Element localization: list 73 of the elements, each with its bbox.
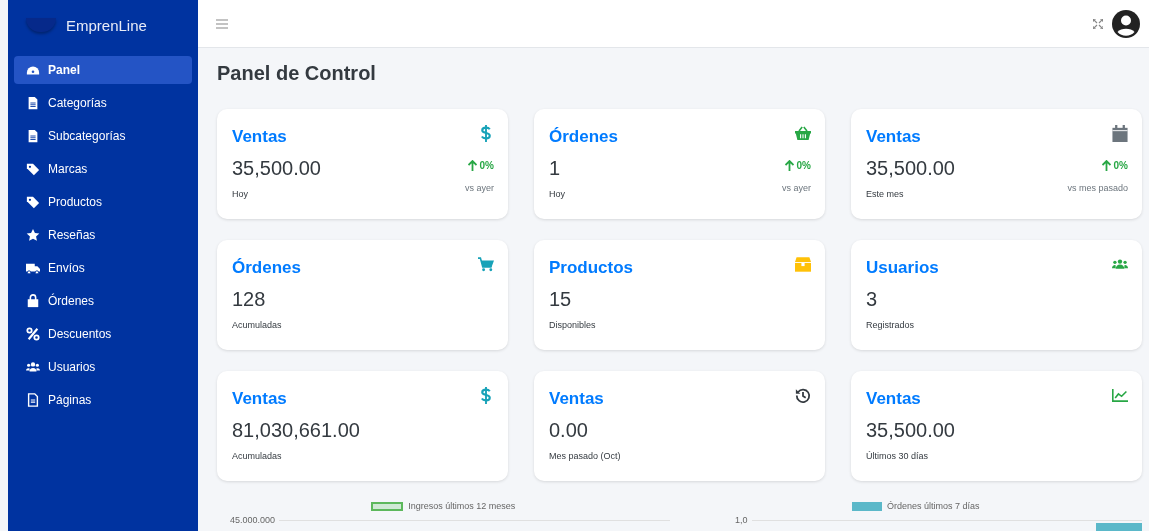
percent-icon <box>26 327 40 341</box>
basket-icon <box>795 125 811 142</box>
card-title: Ventas <box>232 389 288 409</box>
document-icon <box>26 129 40 143</box>
card-value: 1 <box>549 157 562 180</box>
card-title: Productos <box>549 258 634 278</box>
sidebar-item[interactable]: Descuentos <box>14 320 192 348</box>
card-caption: Acumuladas <box>232 451 283 461</box>
trend-caption: vs ayer <box>465 183 494 193</box>
star-icon <box>26 228 40 242</box>
trend-indicator: 0% <box>784 160 811 171</box>
dollar-icon <box>478 387 494 404</box>
document-icon <box>26 96 40 110</box>
card-value: 81,030,661.00 <box>232 419 360 442</box>
axis-tick-label: 1,0 <box>734 515 748 525</box>
card-value: 0.00 <box>549 419 589 442</box>
card-value: 35,500.00 <box>866 157 955 180</box>
page-title: Panel de Control <box>217 62 377 85</box>
card-title: Ventas <box>549 389 605 409</box>
card-title: Usuarios <box>866 258 939 278</box>
card-caption: Últimos 30 días <box>866 451 930 461</box>
line-chart-icon <box>1112 387 1128 404</box>
dollar-icon <box>478 125 494 142</box>
card-title: Órdenes <box>549 127 618 147</box>
card-caption: Acumuladas <box>232 320 283 330</box>
sidebar-item[interactable]: Usuarios <box>14 353 192 381</box>
card-caption: Disponibles <box>549 320 597 330</box>
sidebar-item[interactable]: Páginas <box>14 386 192 414</box>
avatar-icon[interactable] <box>1111 8 1141 39</box>
legend-swatch <box>371 501 404 511</box>
sidebar-item[interactable]: Categorías <box>14 89 192 117</box>
card-value: 15 <box>549 288 573 311</box>
card-caption: Hoy <box>549 189 566 199</box>
sidebar-item[interactable]: Reseñas <box>14 221 192 249</box>
card-title: Órdenes <box>232 258 301 278</box>
users-icon <box>26 360 40 374</box>
card-title: Ventas <box>866 389 922 409</box>
card-value: 3 <box>866 288 879 311</box>
legend-label: Órdenes últimos 7 días <box>886 501 980 511</box>
logo-icon <box>26 18 56 32</box>
tag-icon <box>26 162 40 176</box>
trend-caption: vs ayer <box>782 183 811 193</box>
sidebar-item[interactable]: Envíos <box>14 254 192 282</box>
calendar-icon <box>1112 125 1128 142</box>
cart-icon <box>478 256 494 273</box>
tag-icon <box>26 195 40 209</box>
sidebar-item[interactable]: Órdenes <box>14 287 192 315</box>
trend-indicator: 0% <box>467 160 494 171</box>
card-caption: Registrados <box>866 320 916 330</box>
file-icon <box>26 393 40 407</box>
box-icon <box>795 256 811 273</box>
brand-name: EmprenLine <box>66 16 147 34</box>
card-value: 35,500.00 <box>232 157 321 180</box>
axis-tick-label: 45.000.000 <box>228 515 275 525</box>
truck-icon <box>26 261 40 275</box>
bag-icon <box>26 294 40 308</box>
sidebar-item[interactable]: Subcategorías <box>14 122 192 150</box>
legend-label: Ingresos últimos 12 meses <box>408 501 516 511</box>
card-title: Ventas <box>866 127 922 147</box>
sidebar-item[interactable]: Marcas <box>14 155 192 183</box>
card-value: 35,500.00 <box>866 419 955 442</box>
card-value: 128 <box>232 288 267 311</box>
trend-indicator: 0% <box>1101 160 1128 171</box>
history-icon <box>795 387 811 404</box>
legend-swatch <box>851 501 882 511</box>
card-caption: Mes pasado (Oct) <box>549 451 621 461</box>
expand-icon[interactable] <box>1093 18 1103 29</box>
card-title: Ventas <box>232 127 288 147</box>
sidebar-item[interactable]: Productos <box>14 188 192 216</box>
card-caption: Hoy <box>232 189 249 199</box>
sidebar-item[interactable]: Panel <box>14 56 192 84</box>
trend-caption: vs mes pasado <box>1067 183 1128 193</box>
card-caption: Este mes <box>866 189 905 199</box>
